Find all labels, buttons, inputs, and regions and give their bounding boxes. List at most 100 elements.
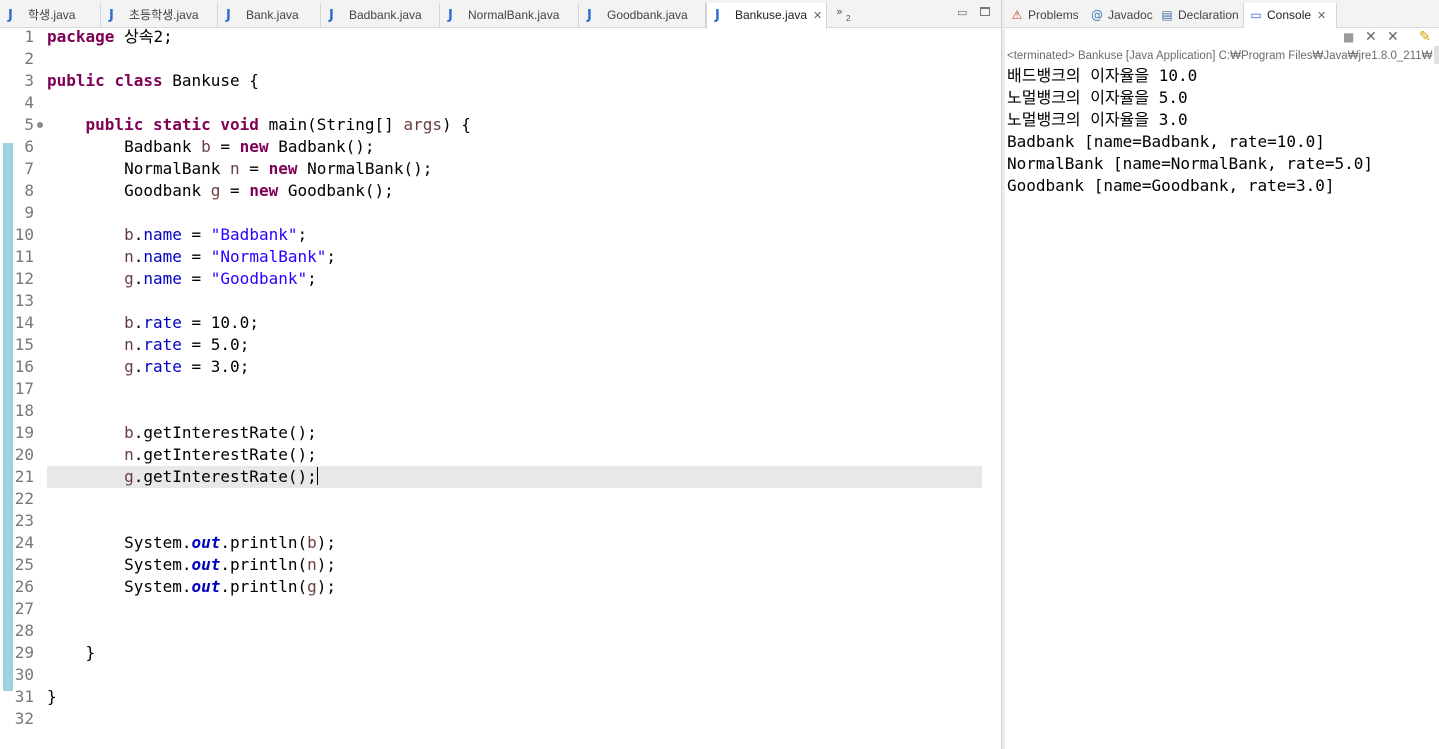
close-icon[interactable]: ✕ <box>813 10 822 22</box>
line-number: 24 <box>14 533 34 552</box>
line-number: 17 <box>14 379 34 398</box>
remove-launch-icon[interactable]: ✕ <box>1365 28 1377 46</box>
line-number: 14 <box>14 313 34 332</box>
console-output-line: NormalBank [name=NormalBank, rate=5.0] <box>1007 154 1374 173</box>
tab-label: 초등학생.java <box>129 8 199 22</box>
tab-goodbank-java[interactable]: J Goodbank.java <box>579 3 706 28</box>
code-line-current[interactable]: g.getInterestRate(); <box>47 466 318 488</box>
line-number: 31 <box>14 687 34 706</box>
line-number: 28 <box>14 621 34 640</box>
clear-console-icon[interactable]: ✎ <box>1419 28 1431 46</box>
code-line[interactable]: Badbank b = new Badbank(); <box>47 136 374 158</box>
line-number: 15 <box>14 335 34 354</box>
code-line[interactable]: public class Bankuse { <box>47 70 259 92</box>
line-number: 10 <box>14 225 34 244</box>
line-number: 12 <box>14 269 34 288</box>
line-number: 27 <box>14 599 34 618</box>
line-number: 5 <box>0 114 43 136</box>
line-number: 22 <box>14 489 34 508</box>
tab-hakseng-java[interactable]: J 학생.java <box>0 3 101 28</box>
console-scrollbar[interactable] <box>1434 46 1439 64</box>
code-line[interactable]: n.name = "NormalBank"; <box>47 246 336 268</box>
tab-console[interactable]: ▭ Console ✕ <box>1243 3 1337 29</box>
code-line[interactable]: b.rate = 10.0; <box>47 312 259 334</box>
tab-label: Goodbank.java <box>607 8 688 22</box>
java-file-icon: J <box>329 8 334 23</box>
java-file-icon: J <box>226 8 231 23</box>
fold-marker-icon[interactable] <box>37 122 43 128</box>
code-line[interactable]: public static void main(String[] args) { <box>47 114 471 136</box>
close-icon[interactable]: ✕ <box>1317 10 1326 22</box>
terminate-icon[interactable]: ■ <box>1343 28 1354 46</box>
tab-label: Badbank.java <box>349 8 422 22</box>
code-line[interactable]: n.getInterestRate(); <box>47 444 317 466</box>
code-line[interactable]: System.out.println(g); <box>47 576 336 598</box>
editor-pane: J 학생.java J 초등학생.java J Bank.java J Badbank.… <box>0 0 1001 749</box>
line-number: 3 <box>24 71 34 90</box>
line-number: 4 <box>24 93 34 112</box>
java-file-icon: J <box>109 8 114 23</box>
line-number: 13 <box>14 291 34 310</box>
line-number: 8 <box>24 181 34 200</box>
line-number: 18 <box>14 401 34 420</box>
code-line[interactable]: b.getInterestRate(); <box>47 422 317 444</box>
tab-javadoc[interactable]: @ Javadoc <box>1085 3 1155 28</box>
tab-overflow-icon[interactable]: » <box>836 5 843 18</box>
remove-all-icon[interactable]: ✕ <box>1387 28 1399 46</box>
line-number: 25 <box>14 555 34 574</box>
console-icon: ▭ <box>1250 8 1262 22</box>
tab-declaration[interactable]: ▤ Declaration <box>1155 3 1243 28</box>
problems-icon: ⚠ <box>1011 8 1023 22</box>
line-number: 1 <box>24 27 34 46</box>
console-toolbar: ■ ✕ ✕ ✎ <box>1005 28 1439 46</box>
line-number: 29 <box>14 643 34 662</box>
console-output-line: Goodbank [name=Goodbank, rate=3.0] <box>1007 176 1335 195</box>
tab-label: 학생.java <box>28 8 76 22</box>
tab-overflow-count: 2 <box>846 14 851 23</box>
maximize-icon[interactable] <box>980 7 990 16</box>
code-line[interactable]: } <box>47 642 96 664</box>
code-line[interactable]: } <box>47 686 57 708</box>
line-number: 32 <box>14 709 34 728</box>
console-output-line: 배드뱅크의 이자율을 10.0 <box>1007 66 1198 85</box>
code-line[interactable]: b.name = "Badbank"; <box>47 224 307 246</box>
code-line[interactable]: System.out.println(b); <box>47 532 336 554</box>
line-number: 21 <box>14 467 34 486</box>
tab-label: Bankuse.java <box>735 8 808 22</box>
line-number: 7 <box>24 159 34 178</box>
tab-bank-java[interactable]: J Bank.java <box>218 3 321 28</box>
code-line[interactable]: package 상속2; <box>47 26 173 48</box>
code-line[interactable]: System.out.println(n); <box>47 554 336 576</box>
line-number: 9 <box>24 203 34 222</box>
line-number: 11 <box>14 247 34 266</box>
line-number: 20 <box>14 445 34 464</box>
console-output-line: 노멀뱅크의 이자율을 3.0 <box>1007 110 1188 129</box>
code-line[interactable]: g.rate = 3.0; <box>47 356 249 378</box>
line-number: 30 <box>14 665 34 684</box>
line-number: 16 <box>14 357 34 376</box>
minimize-icon[interactable]: ▭ <box>957 6 967 19</box>
java-file-icon: J <box>8 8 13 23</box>
code-line[interactable]: NormalBank n = new NormalBank(); <box>47 158 432 180</box>
console-tab-bar: ⚠ Problems @ Javadoc ▤ Declaration ▭ Console… <box>1005 0 1439 29</box>
line-number: 19 <box>14 423 34 442</box>
tab-bankuse-java[interactable]: J Bankuse.java ✕ <box>706 3 827 29</box>
declaration-icon: ▤ <box>1161 8 1173 22</box>
java-file-icon: J <box>715 8 720 23</box>
tab-chodeung-hakseng-java[interactable]: J 초등학생.java <box>101 3 218 28</box>
tab-label: Bank.java <box>246 8 299 22</box>
line-number: 6 <box>24 137 34 156</box>
code-line[interactable]: g.name = "Goodbank"; <box>47 268 317 290</box>
code-line[interactable]: n.rate = 5.0; <box>47 334 249 356</box>
tab-badbank-java[interactable]: J Badbank.java <box>321 3 440 28</box>
editor-tab-bar: J 학생.java J 초등학생.java J Bank.java J Badbank.… <box>0 0 1001 29</box>
console-output-line: 노멀뱅크의 이자율을 5.0 <box>1007 88 1188 107</box>
console-status: <terminated> Bankuse [Java Application] … <box>1007 50 1433 62</box>
console-pane: ⚠ Problems @ Javadoc ▤ Declaration ▭ Console… <box>1005 0 1439 749</box>
text-caret <box>316 467 318 485</box>
tab-problems[interactable]: ⚠ Problems <box>1005 3 1085 28</box>
tab-normalbank-java[interactable]: J NormalBank.java <box>440 3 579 28</box>
line-number: 2 <box>24 49 34 68</box>
tab-label: NormalBank.java <box>468 8 560 22</box>
code-line[interactable]: Goodbank g = new Goodbank(); <box>47 180 394 202</box>
